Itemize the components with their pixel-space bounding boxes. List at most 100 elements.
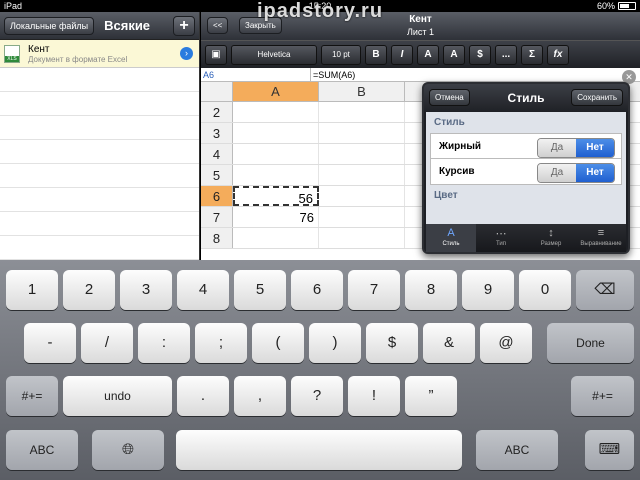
tab-style[interactable]: A Стиль [426, 224, 476, 252]
key-period[interactable]: . [177, 376, 229, 416]
column-header-a[interactable]: A [233, 82, 319, 101]
text-color-icon[interactable]: A [417, 44, 439, 65]
key-2[interactable]: 2 [63, 270, 115, 310]
key-7[interactable]: 7 [348, 270, 400, 310]
key-9[interactable]: 9 [462, 270, 514, 310]
italic-yes-segment[interactable]: Да [538, 164, 576, 182]
key-at[interactable]: @ [480, 323, 532, 363]
cell[interactable] [319, 228, 405, 248]
function-button[interactable]: fx [547, 44, 569, 65]
key-exclamation[interactable]: ! [348, 376, 400, 416]
bold-toggle[interactable]: Да Нет [537, 138, 615, 158]
bold-yes-segment[interactable]: Да [538, 139, 576, 157]
currency-format-icon[interactable]: $ [469, 44, 491, 65]
key-question[interactable]: ? [291, 376, 343, 416]
cell[interactable] [233, 123, 319, 143]
backspace-key[interactable]: ⌫ [576, 270, 634, 310]
bold-no-segment[interactable]: Нет [576, 139, 614, 157]
key-6[interactable]: 6 [291, 270, 343, 310]
italic-toggle[interactable]: Да Нет [537, 163, 615, 183]
done-key[interactable]: Done [547, 323, 634, 363]
key-slash[interactable]: / [81, 323, 133, 363]
cell[interactable] [319, 144, 405, 164]
save-icon[interactable]: ▣ [205, 44, 227, 65]
popover-tab-bar: A Стиль ⋯ Тип ↕ Размер ≡ Выравнивание [426, 224, 626, 252]
key-4[interactable]: 4 [177, 270, 229, 310]
more-button[interactable]: ... [495, 44, 517, 65]
grid-corner[interactable] [201, 82, 233, 101]
row-header[interactable]: 6 [201, 186, 233, 206]
key-5[interactable]: 5 [234, 270, 286, 310]
font-selector[interactable]: Helvetica [231, 44, 317, 65]
key-semicolon[interactable]: ; [195, 323, 247, 363]
cell[interactable] [319, 123, 405, 143]
abc-key-right[interactable]: ABC [476, 430, 558, 470]
row-header[interactable]: 5 [201, 165, 233, 185]
italic-button[interactable]: I [391, 44, 413, 65]
empty-list-row [0, 164, 199, 188]
symbols-shift-key-right[interactable]: #+= [571, 376, 634, 416]
row-header[interactable]: 7 [201, 207, 233, 227]
section-style-label: Стиль [434, 117, 465, 128]
sheet-name[interactable]: Лист 1 [201, 27, 640, 37]
key-3[interactable]: 3 [120, 270, 172, 310]
symbols-shift-key-left[interactable]: #+= [6, 376, 58, 416]
cell[interactable] [319, 165, 405, 185]
hide-keyboard-key[interactable]: ⌨ [585, 430, 634, 470]
file-browser-pane: Локальные файлы Всякие + XLS Кент Докуме… [0, 12, 200, 260]
tab-alignment[interactable]: ≡ Выравнивание [576, 224, 626, 252]
abc-key-left[interactable]: ABC [6, 430, 78, 470]
key-comma[interactable]: , [234, 376, 286, 416]
key-8[interactable]: 8 [405, 270, 457, 310]
row-header[interactable]: 4 [201, 144, 233, 164]
key-minus[interactable]: - [24, 323, 76, 363]
empty-list-row [0, 116, 199, 140]
key-ampersand[interactable]: & [423, 323, 475, 363]
fill-color-icon[interactable]: A [443, 44, 465, 65]
cell[interactable] [233, 144, 319, 164]
section-color-label: Цвет [434, 190, 458, 201]
key-open-paren[interactable]: ( [252, 323, 304, 363]
empty-list-row [0, 92, 199, 116]
formula-input[interactable]: =SUM(A6) [311, 68, 355, 81]
italic-no-segment[interactable]: Нет [576, 164, 614, 182]
empty-list-row [0, 68, 199, 92]
cell-reference[interactable]: A6 [201, 68, 311, 81]
cell[interactable] [233, 228, 319, 248]
sum-button[interactable]: Σ [521, 44, 543, 65]
bold-button[interactable]: B [365, 44, 387, 65]
column-header-b[interactable]: B [319, 82, 405, 101]
cell[interactable]: 76 [233, 207, 319, 227]
globe-key[interactable]: 🌐︎ [92, 430, 164, 470]
on-screen-keyboard: 1 2 3 4 5 6 7 8 9 0 ⌫ - / : ; ( ) $ & @ … [0, 260, 640, 480]
row-header[interactable]: 3 [201, 123, 233, 143]
key-1[interactable]: 1 [6, 270, 58, 310]
italic-option: Курсив Да Нет [430, 159, 622, 185]
key-colon[interactable]: : [138, 323, 190, 363]
key-quote[interactable]: ” [405, 376, 457, 416]
cell[interactable] [319, 102, 405, 122]
cell[interactable] [319, 207, 405, 227]
row-header[interactable]: 2 [201, 102, 233, 122]
globe-icon: 🌐︎ [121, 441, 134, 458]
save-button[interactable]: Сохранить [571, 89, 623, 106]
key-dollar[interactable]: $ [366, 323, 418, 363]
font-size-selector[interactable]: 10 pt [321, 44, 361, 65]
cell[interactable] [319, 186, 405, 206]
selected-cell[interactable]: 56 [233, 186, 319, 206]
tab-size[interactable]: ↕ Размер [526, 224, 576, 252]
space-key[interactable] [176, 430, 462, 470]
bold-option: Жирный Да Нет [430, 133, 622, 159]
alignment-tab-icon: ≡ [597, 227, 605, 239]
keyboard-dismiss-icon: ⌨ [598, 441, 621, 458]
popover-content: Стиль Жирный Да Нет Курсив Да Нет Цвет [426, 112, 626, 224]
row-header[interactable]: 8 [201, 228, 233, 248]
disclosure-arrow-icon[interactable]: › [180, 47, 193, 60]
key-close-paren[interactable]: ) [309, 323, 361, 363]
tab-type[interactable]: ⋯ Тип [476, 224, 526, 252]
file-list-item[interactable]: XLS Кент Документ в формате Excel › [0, 40, 199, 68]
key-0[interactable]: 0 [519, 270, 571, 310]
undo-key[interactable]: undo [63, 376, 172, 416]
cell[interactable] [233, 102, 319, 122]
cell[interactable] [233, 165, 319, 185]
